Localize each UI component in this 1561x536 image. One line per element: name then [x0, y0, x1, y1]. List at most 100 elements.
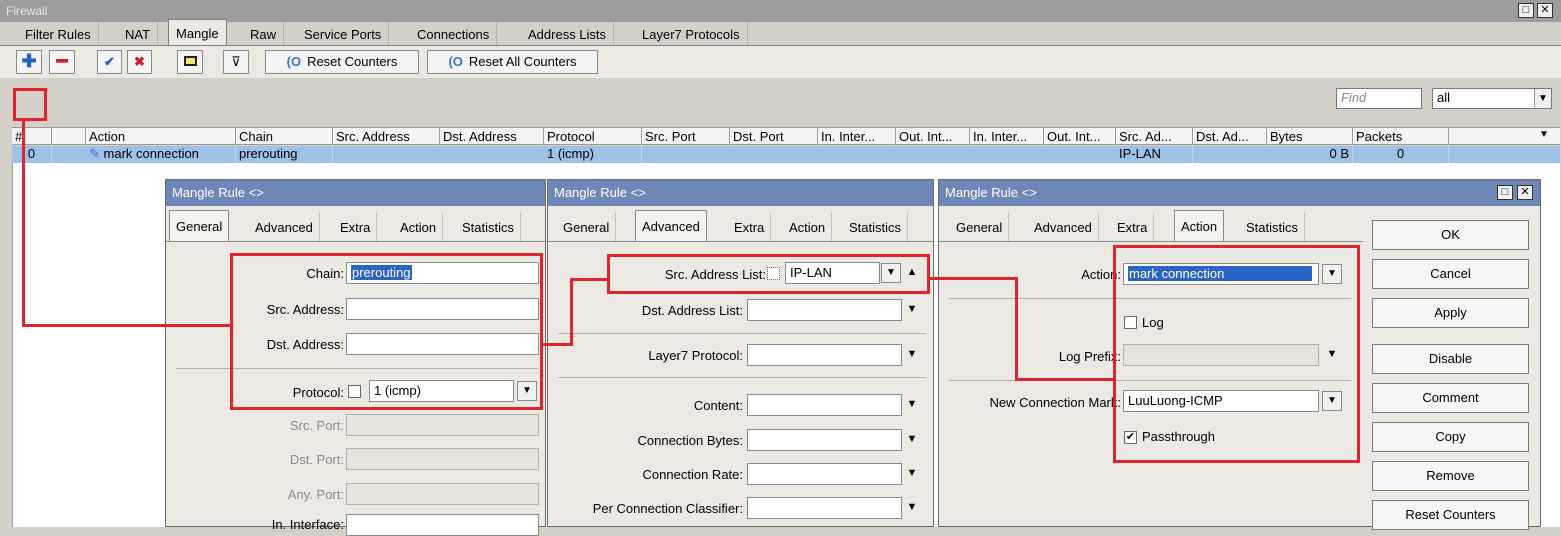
expand-down-icon[interactable]: ▼ [906, 467, 918, 479]
tab-raw[interactable]: Raw [243, 22, 285, 46]
tab-extra[interactable]: Extra [1111, 213, 1155, 241]
expand-down-icon[interactable]: ▼ [906, 501, 918, 513]
tab-connections[interactable]: Connections [410, 22, 498, 46]
tab-general[interactable]: General [557, 213, 617, 241]
restore-icon[interactable]: □ [1518, 3, 1534, 18]
row-chain: prerouting [236, 146, 333, 163]
chevron-down-icon[interactable]: ▼ [1534, 89, 1551, 108]
tab-statistics[interactable]: Statistics [456, 213, 522, 241]
disable-button[interactable]: Disable [1372, 344, 1529, 374]
tab-advanced[interactable]: Advanced [1028, 213, 1099, 241]
layer7-protocol-field[interactable] [747, 344, 902, 366]
tab-mangle[interactable]: Mangle [168, 19, 227, 46]
expand-down-icon[interactable]: ▼ [906, 433, 918, 445]
connection-bytes-field[interactable] [747, 429, 902, 451]
row-src-address-list: IP-LAN [1116, 146, 1193, 163]
disable-icon[interactable]: ✖ [127, 50, 152, 74]
tab-extra[interactable]: Extra [334, 213, 378, 241]
column-dst-port[interactable]: Dst. Port [730, 128, 818, 145]
column-blank[interactable] [52, 128, 86, 145]
connection-rate-field[interactable] [747, 463, 902, 485]
row-packets: 0 [1353, 146, 1449, 163]
dst-port-field[interactable] [346, 448, 539, 470]
dst-port-label: Dst. Port: [289, 452, 344, 467]
enable-icon[interactable]: ✔ [97, 50, 122, 74]
reset-all-counters-button[interactable]: (O Reset All Counters [427, 50, 598, 74]
tab-statistics[interactable]: Statistics [1240, 213, 1306, 241]
content-field[interactable] [747, 394, 902, 416]
reset-counters-button[interactable]: (O Reset Counters [265, 50, 419, 74]
tab-address-lists[interactable]: Address Lists [521, 22, 615, 46]
tab-action[interactable]: Action [1174, 210, 1225, 241]
column-dst-address[interactable]: Dst. Address [440, 128, 544, 145]
remove-icon[interactable]: ━ [49, 50, 75, 74]
connection-rate-label: Connection Rate: [642, 467, 743, 482]
any-port-label: Any. Port: [287, 487, 344, 502]
table-row[interactable]: 0 ✎ mark connection prerouting 1 (icmp) … [12, 146, 1560, 163]
dst-address-list-field[interactable] [747, 299, 902, 321]
column-protocol[interactable]: Protocol [544, 128, 642, 145]
tab-action[interactable]: Action [783, 213, 833, 241]
tab-advanced[interactable]: Advanced [635, 210, 707, 241]
column-src-address[interactable]: Src. Address [333, 128, 440, 145]
add-icon[interactable]: ✚ [16, 50, 42, 74]
pencil-icon: ✎ [89, 146, 100, 161]
column-src-port[interactable]: Src. Port [642, 128, 730, 145]
tab-general[interactable]: General [169, 210, 230, 241]
column-in-interface[interactable]: In. Inter... [818, 128, 896, 145]
filter-icon[interactable]: ⊽ [223, 50, 249, 74]
tab-divider [166, 241, 545, 242]
highlight-add-button [13, 88, 47, 121]
tab-general[interactable]: General [950, 213, 1010, 241]
find-input[interactable]: Find [1336, 88, 1422, 109]
tab-advanced[interactable]: Advanced [249, 213, 320, 241]
in-interface-field[interactable] [346, 514, 539, 536]
column-out-interface-list[interactable]: Out. Int... [1044, 128, 1116, 145]
rules-list-header: # Action Chain Src. Address Dst. Address… [12, 127, 1560, 145]
column-in-interface-list[interactable]: In. Inter... [970, 128, 1044, 145]
close-icon[interactable]: ✕ [1537, 3, 1553, 18]
row-number: 0 [12, 146, 52, 163]
tab-statistics[interactable]: Statistics [843, 213, 909, 241]
column-out-interface[interactable]: Out. Int... [896, 128, 970, 145]
column-packets[interactable]: Packets [1353, 128, 1449, 145]
column-dst-address-list[interactable]: Dst. Ad... [1193, 128, 1267, 145]
filter-select[interactable]: all ▼ [1432, 88, 1552, 109]
tab-filter-rules[interactable]: Filter Rules [18, 22, 99, 46]
cancel-button[interactable]: Cancel [1372, 259, 1529, 289]
comment-button[interactable]: Comment [1372, 383, 1529, 413]
comment-icon[interactable] [177, 50, 203, 74]
any-port-field[interactable] [346, 483, 539, 505]
dst-address-list-label: Dst. Address List: [641, 303, 743, 318]
expand-down-icon[interactable]: ▼ [906, 398, 918, 410]
tab-nat[interactable]: NAT [118, 22, 159, 46]
tab-action[interactable]: Action [394, 213, 444, 241]
tab-extra[interactable]: Extra [728, 213, 772, 241]
connector-line [1015, 277, 1018, 381]
tab-service-ports[interactable]: Service Ports [297, 22, 390, 46]
row-action: ✎ mark connection [86, 146, 236, 163]
columns-menu-icon[interactable]: ▼ [1536, 128, 1558, 145]
column-number[interactable]: # [12, 128, 52, 145]
tab-divider [939, 241, 1363, 242]
remove-button[interactable]: Remove [1372, 461, 1529, 491]
dialog-title: Mangle Rule <> [548, 180, 933, 206]
close-icon[interactable]: ✕ [1517, 185, 1533, 200]
pcc-field[interactable] [747, 497, 902, 519]
column-bytes[interactable]: Bytes [1267, 128, 1353, 145]
column-action[interactable]: Action [86, 128, 236, 145]
expand-down-icon[interactable]: ▼ [906, 348, 918, 360]
column-chain[interactable]: Chain [236, 128, 333, 145]
reset-counters-dialog-button[interactable]: Reset Counters [1372, 500, 1529, 530]
expand-down-icon[interactable]: ▼ [906, 303, 918, 315]
connector-line [570, 278, 573, 346]
tab-layer7-protocols[interactable]: Layer7 Protocols [635, 22, 748, 46]
window-title: Firewall [6, 4, 48, 18]
section-divider [558, 377, 926, 378]
restore-icon[interactable]: □ [1497, 185, 1513, 200]
column-src-address-list[interactable]: Src. Ad... [1116, 128, 1193, 145]
src-port-field[interactable] [346, 414, 539, 436]
ok-button[interactable]: OK [1372, 220, 1529, 250]
apply-button[interactable]: Apply [1372, 298, 1529, 328]
copy-button[interactable]: Copy [1372, 422, 1529, 452]
